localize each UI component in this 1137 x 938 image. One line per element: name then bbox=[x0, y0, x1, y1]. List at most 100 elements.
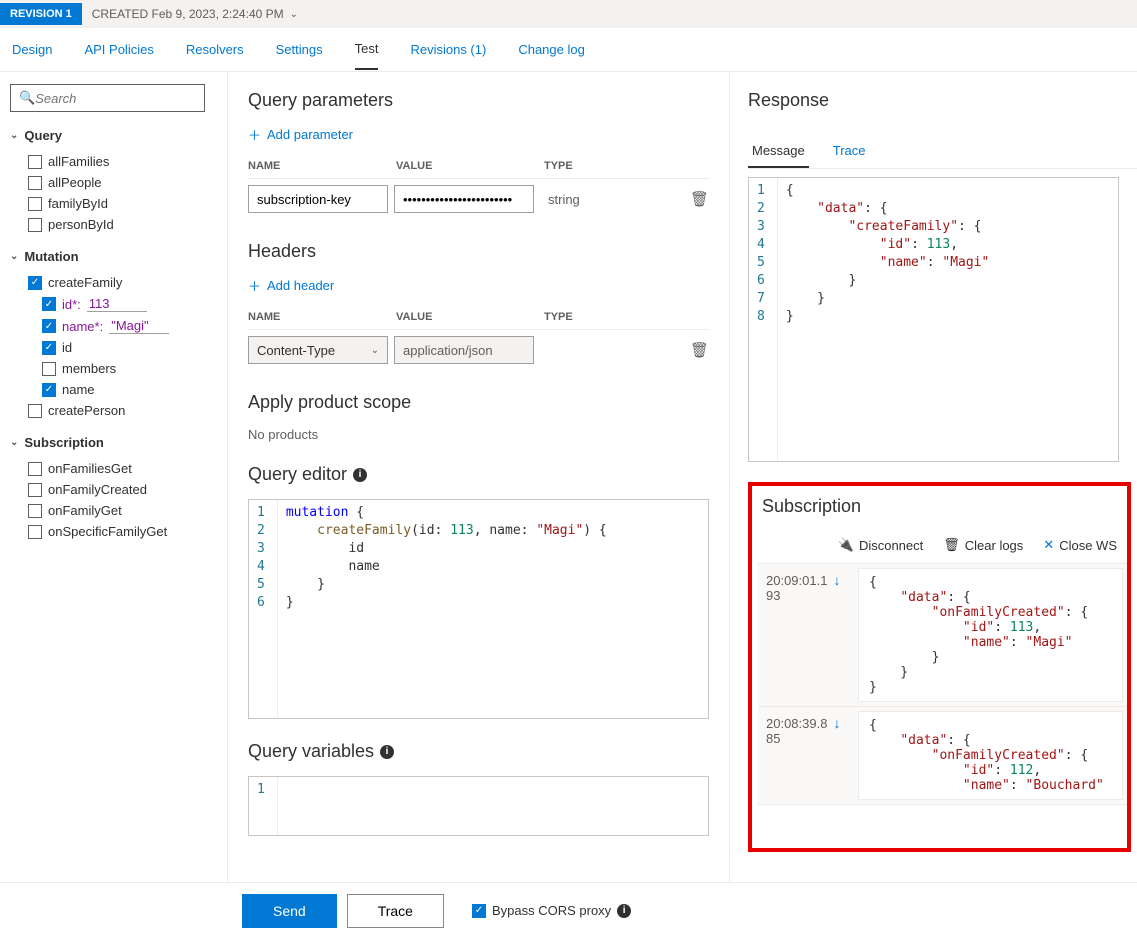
plus-icon: ＋ bbox=[248, 125, 261, 144]
subscription-event: 20:09:01.1↓93 { "data": { "onFamilyCreat… bbox=[758, 564, 1127, 707]
item-onfamilyget[interactable]: onFamilyGet bbox=[10, 500, 217, 521]
arrow-down-icon: ↓ bbox=[833, 572, 840, 588]
param-row: string 🗑 bbox=[248, 179, 709, 219]
arg-name-input[interactable] bbox=[109, 318, 169, 334]
checkbox[interactable] bbox=[28, 276, 42, 290]
tab-resolvers[interactable]: Resolvers bbox=[186, 30, 244, 69]
search-input[interactable] bbox=[35, 91, 196, 106]
checkbox[interactable] bbox=[28, 483, 42, 497]
delete-icon[interactable]: 🗑 bbox=[690, 190, 709, 208]
search-box[interactable]: 🔍 bbox=[10, 84, 205, 112]
header-name-select[interactable]: Content-Type⌄ bbox=[248, 336, 388, 364]
subscription-title: Subscription bbox=[758, 496, 1127, 517]
send-button[interactable]: Send bbox=[242, 894, 337, 928]
chevron-down-icon: ⌄ bbox=[10, 251, 18, 262]
bypass-cors[interactable]: Bypass CORS proxy i bbox=[472, 903, 631, 918]
info-icon[interactable]: i bbox=[617, 904, 631, 918]
item-allpeople[interactable]: allPeople bbox=[10, 172, 217, 193]
query-variables-editor[interactable]: 1 bbox=[248, 776, 709, 836]
group-mutation[interactable]: ⌄Mutation bbox=[10, 249, 217, 264]
field-members[interactable]: members bbox=[10, 358, 217, 379]
checkbox[interactable] bbox=[28, 504, 42, 518]
header-value-input[interactable] bbox=[394, 336, 534, 364]
no-products: No products bbox=[248, 427, 709, 442]
arg-id[interactable]: id*: bbox=[10, 293, 217, 315]
subscription-event: 20:08:39.8↓85 { "data": { "onFamilyCreat… bbox=[758, 707, 1127, 805]
tab-design[interactable]: Design bbox=[12, 30, 52, 69]
chevron-down-icon: ⌄ bbox=[371, 345, 379, 356]
tab-api-policies[interactable]: API Policies bbox=[84, 30, 153, 69]
headers-title: Headers bbox=[248, 241, 709, 262]
tab-trace[interactable]: Trace bbox=[829, 135, 870, 168]
footer: Send Trace Bypass CORS proxy i bbox=[0, 882, 1137, 938]
add-parameter-button[interactable]: ＋Add parameter bbox=[248, 125, 709, 144]
params-header: NAMEVALUETYPE bbox=[248, 154, 709, 179]
tab-settings[interactable]: Settings bbox=[276, 30, 323, 69]
chevron-down-icon: ⌄ bbox=[10, 437, 18, 448]
query-variables-title: Query variables i bbox=[248, 741, 709, 762]
add-header-button[interactable]: ＋Add header bbox=[248, 276, 709, 295]
event-body[interactable]: { "data": { "onFamilyCreated": { "id": 1… bbox=[858, 568, 1123, 702]
field-id[interactable]: id bbox=[10, 337, 217, 358]
main-tabs: Design API Policies Resolvers Settings T… bbox=[0, 28, 1137, 72]
checkbox[interactable] bbox=[28, 462, 42, 476]
item-allfamilies[interactable]: allFamilies bbox=[10, 151, 217, 172]
arg-id-input[interactable] bbox=[87, 296, 147, 312]
checkbox[interactable] bbox=[28, 525, 42, 539]
headers-header: NAMEVALUETYPE bbox=[248, 305, 709, 330]
scope-title: Apply product scope bbox=[248, 392, 709, 413]
clear-logs-button[interactable]: 🗑Clear logs bbox=[943, 537, 1023, 553]
delete-icon[interactable]: 🗑 bbox=[690, 341, 709, 359]
header-row: Content-Type⌄ 🗑 bbox=[248, 330, 709, 370]
checkbox[interactable] bbox=[42, 383, 56, 397]
tab-message[interactable]: Message bbox=[748, 135, 809, 168]
param-name-input[interactable] bbox=[248, 185, 388, 213]
response-body[interactable]: 12345678 { "data": { "createFamily": { "… bbox=[748, 177, 1119, 462]
response-title: Response bbox=[748, 90, 1137, 111]
item-onfamilycreated[interactable]: onFamilyCreated bbox=[10, 479, 217, 500]
info-icon[interactable]: i bbox=[353, 468, 367, 482]
item-personbyid[interactable]: personById bbox=[10, 214, 217, 235]
disconnect-button[interactable]: 🔌Disconnect bbox=[838, 537, 924, 553]
tab-test[interactable]: Test bbox=[355, 29, 379, 70]
tab-changelog[interactable]: Change log bbox=[518, 30, 585, 69]
item-createfamily[interactable]: createFamily bbox=[10, 272, 217, 293]
checkbox[interactable] bbox=[28, 155, 42, 169]
checkbox[interactable] bbox=[28, 197, 42, 211]
item-createperson[interactable]: createPerson bbox=[10, 400, 217, 421]
sidebar: 🔍 ⌄Query allFamilies allPeople familyByI… bbox=[0, 72, 228, 882]
tab-revisions[interactable]: Revisions (1) bbox=[410, 30, 486, 69]
revision-bar: REVISION 1 CREATED Feb 9, 2023, 2:24:40 … bbox=[0, 0, 1137, 28]
plug-icon: 🔌 bbox=[838, 537, 854, 553]
item-familybyid[interactable]: familyById bbox=[10, 193, 217, 214]
plus-icon: ＋ bbox=[248, 276, 261, 295]
checkbox[interactable] bbox=[42, 297, 56, 311]
trace-button[interactable]: Trace bbox=[347, 894, 444, 928]
checkbox[interactable] bbox=[28, 404, 42, 418]
group-query[interactable]: ⌄Query bbox=[10, 128, 217, 143]
item-onspecificfamilyget[interactable]: onSpecificFamilyGet bbox=[10, 521, 217, 542]
close-icon: ✕ bbox=[1043, 537, 1054, 553]
checkbox[interactable] bbox=[28, 176, 42, 190]
field-name[interactable]: name bbox=[10, 379, 217, 400]
item-onfamiliesget[interactable]: onFamiliesGet bbox=[10, 458, 217, 479]
group-subscription[interactable]: ⌄Subscription bbox=[10, 435, 217, 450]
subscription-panel: Subscription 🔌Disconnect 🗑Clear logs ✕Cl… bbox=[748, 482, 1131, 852]
info-icon[interactable]: i bbox=[380, 745, 394, 759]
search-icon: 🔍 bbox=[19, 90, 35, 106]
revision-badge: REVISION 1 bbox=[0, 3, 82, 25]
chevron-down-icon: ⌄ bbox=[290, 9, 298, 20]
arg-name[interactable]: name*: bbox=[10, 315, 217, 337]
close-ws-button[interactable]: ✕Close WS bbox=[1043, 537, 1117, 553]
checkbox[interactable] bbox=[42, 362, 56, 376]
param-value-input[interactable] bbox=[394, 185, 534, 213]
chevron-down-icon: ⌄ bbox=[10, 130, 18, 141]
checkbox[interactable] bbox=[28, 218, 42, 232]
query-editor[interactable]: 123456 mutation { createFamily(id: 113, … bbox=[248, 499, 709, 719]
checkbox[interactable] bbox=[472, 904, 486, 918]
param-type: string bbox=[540, 192, 580, 207]
revision-created[interactable]: CREATED Feb 9, 2023, 2:24:40 PM ⌄ bbox=[82, 7, 308, 21]
checkbox[interactable] bbox=[42, 341, 56, 355]
event-body[interactable]: { "data": { "onFamilyCreated": { "id": 1… bbox=[858, 711, 1123, 800]
checkbox[interactable] bbox=[42, 319, 56, 333]
